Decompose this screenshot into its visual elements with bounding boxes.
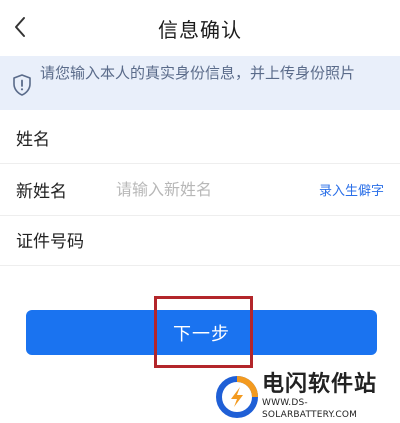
id-number-input[interactable]	[116, 230, 384, 249]
notice-banner: 请您输入本人的真实身份信息，并上传身份照片	[0, 56, 400, 110]
watermark-text: 电闪软件站 WWW.DS-SOLARBATTERY.COM	[262, 371, 400, 421]
page-title: 信息确认	[158, 17, 242, 42]
id-number-row: 证件号码	[0, 214, 400, 266]
new-name-input[interactable]	[116, 180, 313, 199]
new-name-label: 新姓名	[16, 182, 67, 202]
back-button[interactable]	[6, 12, 34, 42]
name-input[interactable]	[116, 128, 384, 147]
watermark: 电闪软件站 WWW.DS-SOLARBATTERY.COM	[216, 370, 400, 423]
brand-logo-icon	[216, 375, 258, 418]
header-bar: 信息确认	[0, 0, 400, 56]
shield-exclamation-icon	[13, 74, 31, 96]
watermark-url: WWW.DS-SOLARBATTERY.COM	[262, 397, 358, 420]
id-number-label: 证件号码	[16, 232, 84, 252]
info-confirm-page: 信息确认 请您输入本人的真实身份信息，并上传身份照片 姓名 新姓名 录入生僻字 …	[0, 0, 400, 423]
chevron-left-icon	[15, 17, 25, 37]
name-label: 姓名	[16, 130, 50, 150]
notice-text: 请您输入本人的真实身份信息，并上传身份照片	[40, 64, 356, 82]
next-button[interactable]: 下一步	[26, 310, 377, 355]
rare-char-link[interactable]: 录入生僻字	[319, 180, 384, 199]
name-row: 姓名	[0, 112, 400, 164]
watermark-name: 电闪软件站	[262, 371, 378, 397]
new-name-row: 新姓名 录入生僻字	[0, 164, 400, 216]
